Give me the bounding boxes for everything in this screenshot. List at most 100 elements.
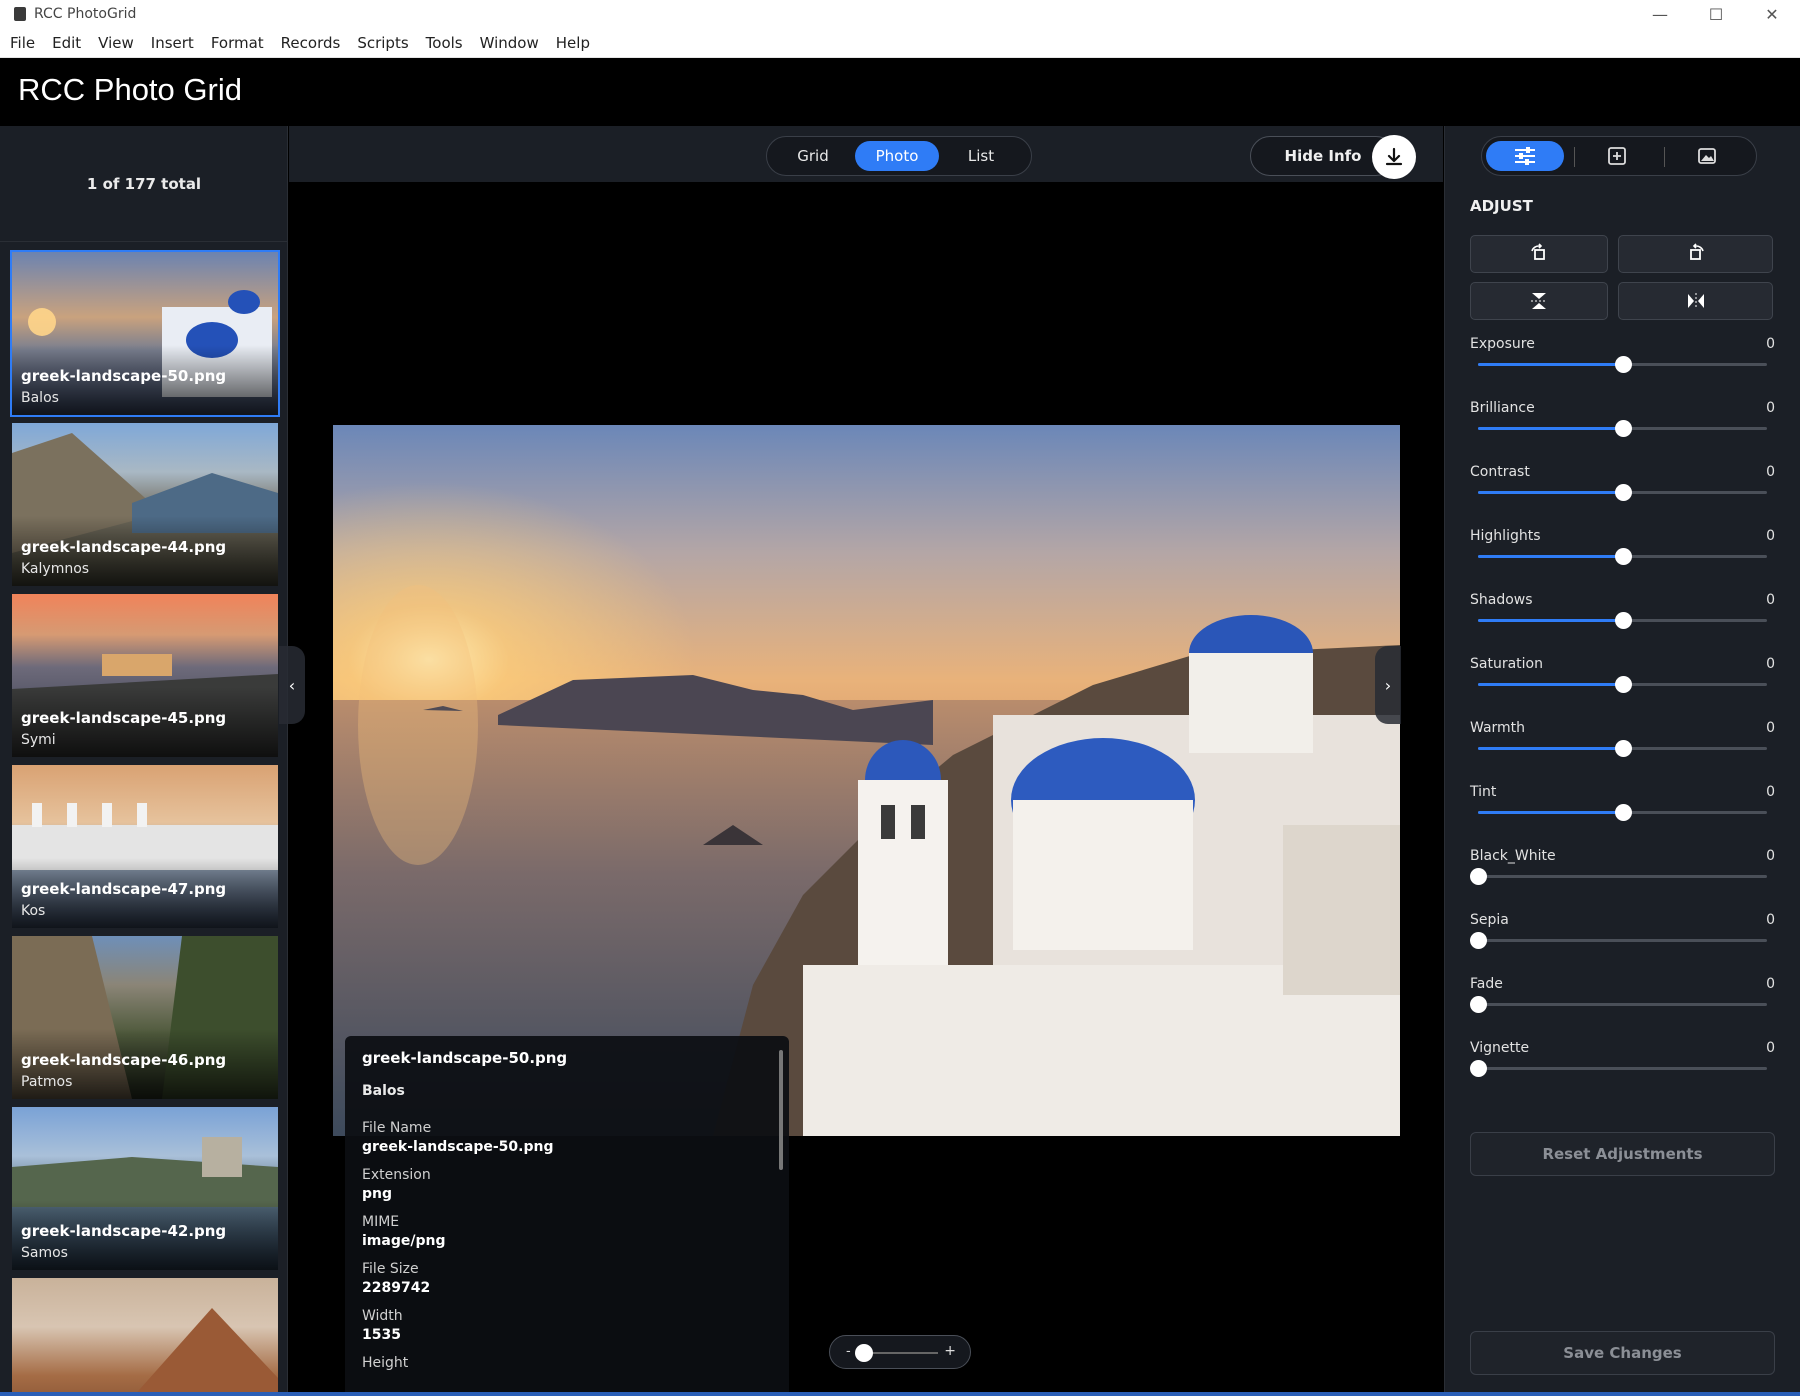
slider-handle[interactable] bbox=[1470, 868, 1487, 885]
slider-label: Exposure bbox=[1470, 336, 1535, 352]
tab-export[interactable] bbox=[1578, 141, 1656, 171]
prev-photo-button[interactable]: ‹ bbox=[279, 646, 305, 724]
info-field-key: File Size bbox=[362, 1261, 419, 1277]
tab-adjust[interactable] bbox=[1486, 141, 1564, 171]
zoom-handle[interactable] bbox=[855, 1344, 873, 1362]
tab-image[interactable] bbox=[1668, 141, 1746, 171]
slider-handle[interactable] bbox=[1614, 612, 1632, 629]
slider-handle[interactable] bbox=[1470, 932, 1487, 949]
menu-tools[interactable]: Tools bbox=[426, 34, 463, 52]
slider-brilliance[interactable]: Brilliance 0 bbox=[1470, 400, 1775, 456]
slider-sepia[interactable]: Sepia 0 bbox=[1470, 912, 1775, 968]
slider-value: 0 bbox=[1766, 720, 1775, 736]
info-field: MIME image/png bbox=[362, 1214, 445, 1249]
download-button[interactable] bbox=[1372, 135, 1416, 179]
slider-handle[interactable] bbox=[1470, 996, 1487, 1013]
slider-value: 0 bbox=[1766, 464, 1775, 480]
thumbnail-item[interactable]: greek-landscape-44.png Kalymnos bbox=[12, 423, 278, 586]
slider-label: Brilliance bbox=[1470, 400, 1535, 416]
slider-label: Tint bbox=[1470, 784, 1497, 800]
thumbnail-place: Balos bbox=[21, 390, 59, 406]
slider-track[interactable] bbox=[1478, 939, 1767, 942]
slider-label: Vignette bbox=[1470, 1040, 1530, 1056]
slider-value: 0 bbox=[1766, 592, 1775, 608]
rotate-right-button[interactable] bbox=[1618, 235, 1773, 273]
thumbnail-item[interactable]: greek-landscape-45.png Symi bbox=[12, 594, 278, 757]
zoom-slider[interactable]: - + bbox=[829, 1335, 971, 1369]
info-title: greek-landscape-50.png bbox=[362, 1049, 568, 1067]
info-field-value: image/png bbox=[362, 1233, 446, 1249]
menu-window[interactable]: Window bbox=[480, 34, 539, 52]
view-mode-photo[interactable]: Photo bbox=[855, 141, 939, 171]
info-field-key: File Name bbox=[362, 1120, 432, 1136]
zoom-track[interactable] bbox=[862, 1352, 938, 1354]
menu-insert[interactable]: Insert bbox=[151, 34, 194, 52]
tab-separator bbox=[1664, 147, 1665, 167]
window-bottom-border bbox=[0, 1392, 1800, 1396]
slider-black-white[interactable]: Black_White 0 bbox=[1470, 848, 1775, 904]
slider-label: Highlights bbox=[1470, 528, 1541, 544]
slider-highlights[interactable]: Highlights 0 bbox=[1470, 528, 1775, 584]
adjust-panel: ADJUST Exposure 0 Brilliance 0 Contrast … bbox=[1444, 126, 1800, 1396]
slider-fill bbox=[1478, 619, 1623, 622]
save-changes-button[interactable]: Save Changes bbox=[1470, 1331, 1775, 1375]
thumbnail-scene bbox=[133, 1308, 278, 1396]
thumbnail-item[interactable]: greek-landscape-46.png Patmos bbox=[12, 936, 278, 1099]
info-field-value: greek-landscape-50.png bbox=[362, 1139, 554, 1155]
slider-handle[interactable] bbox=[1614, 740, 1632, 757]
thumbnail-item[interactable]: greek-landscape-42.png Samos bbox=[12, 1107, 278, 1270]
chevron-left-icon: ‹ bbox=[288, 675, 296, 695]
menu-records[interactable]: Records bbox=[281, 34, 341, 52]
slider-vignette[interactable]: Vignette 0 bbox=[1470, 1040, 1775, 1096]
menu-view[interactable]: View bbox=[98, 34, 134, 52]
slider-contrast[interactable]: Contrast 0 bbox=[1470, 464, 1775, 520]
main-photo-scene bbox=[333, 425, 1400, 1136]
slider-track[interactable] bbox=[1478, 875, 1767, 878]
zoom-in-icon[interactable]: + bbox=[944, 1343, 956, 1359]
slider-handle[interactable] bbox=[1614, 676, 1632, 693]
thumbnail-item[interactable]: greek-landscape-50.png Balos bbox=[10, 250, 280, 417]
slider-shadows[interactable]: Shadows 0 bbox=[1470, 592, 1775, 648]
slider-label: Sepia bbox=[1470, 912, 1509, 928]
menu-format[interactable]: Format bbox=[211, 34, 264, 52]
slider-handle[interactable] bbox=[1470, 1060, 1487, 1077]
thumbnail-item[interactable] bbox=[12, 1278, 278, 1396]
slider-warmth[interactable]: Warmth 0 bbox=[1470, 720, 1775, 776]
maximize-button[interactable]: ☐ bbox=[1688, 0, 1744, 28]
close-button[interactable]: ✕ bbox=[1744, 0, 1800, 28]
slider-fade[interactable]: Fade 0 bbox=[1470, 976, 1775, 1032]
info-scrollbar[interactable] bbox=[779, 1050, 783, 1170]
slider-tint[interactable]: Tint 0 bbox=[1470, 784, 1775, 840]
main-photo[interactable] bbox=[333, 425, 1400, 1136]
slider-handle[interactable] bbox=[1614, 356, 1632, 373]
rotate-left-button[interactable] bbox=[1470, 235, 1608, 273]
zoom-out-icon[interactable]: - bbox=[846, 1344, 851, 1359]
rotate-left-icon bbox=[1531, 243, 1545, 260]
menu-file[interactable]: File bbox=[10, 34, 35, 52]
menu-edit[interactable]: Edit bbox=[52, 34, 81, 52]
slider-handle[interactable] bbox=[1614, 804, 1632, 821]
view-mode-list[interactable]: List bbox=[939, 141, 1023, 171]
slider-handle[interactable] bbox=[1614, 420, 1632, 437]
chevron-right-icon: › bbox=[1384, 675, 1392, 695]
menu-help[interactable]: Help bbox=[556, 34, 590, 52]
menu-scripts[interactable]: Scripts bbox=[357, 34, 408, 52]
export-icon bbox=[1608, 147, 1626, 165]
thumbnail-item[interactable]: greek-landscape-47.png Kos bbox=[12, 765, 278, 928]
slider-exposure[interactable]: Exposure 0 bbox=[1470, 336, 1775, 392]
slider-track[interactable] bbox=[1478, 1067, 1767, 1070]
next-photo-button[interactable]: › bbox=[1375, 646, 1401, 724]
slider-track[interactable] bbox=[1478, 1003, 1767, 1006]
photo-info-panel: greek-landscape-50.png Balos File Name g… bbox=[345, 1036, 789, 1396]
slider-saturation[interactable]: Saturation 0 bbox=[1470, 656, 1775, 712]
view-mode-grid[interactable]: Grid bbox=[771, 141, 855, 171]
photo-count: 1 of 177 total bbox=[0, 126, 287, 242]
slider-handle[interactable] bbox=[1614, 484, 1632, 501]
minimize-button[interactable]: — bbox=[1632, 0, 1688, 28]
reset-adjustments-button[interactable]: Reset Adjustments bbox=[1470, 1132, 1775, 1176]
slider-fill bbox=[1478, 747, 1623, 750]
flip-horizontal-button[interactable] bbox=[1618, 282, 1773, 320]
slider-value: 0 bbox=[1766, 976, 1775, 992]
flip-vertical-button[interactable] bbox=[1470, 282, 1608, 320]
slider-handle[interactable] bbox=[1614, 548, 1632, 565]
